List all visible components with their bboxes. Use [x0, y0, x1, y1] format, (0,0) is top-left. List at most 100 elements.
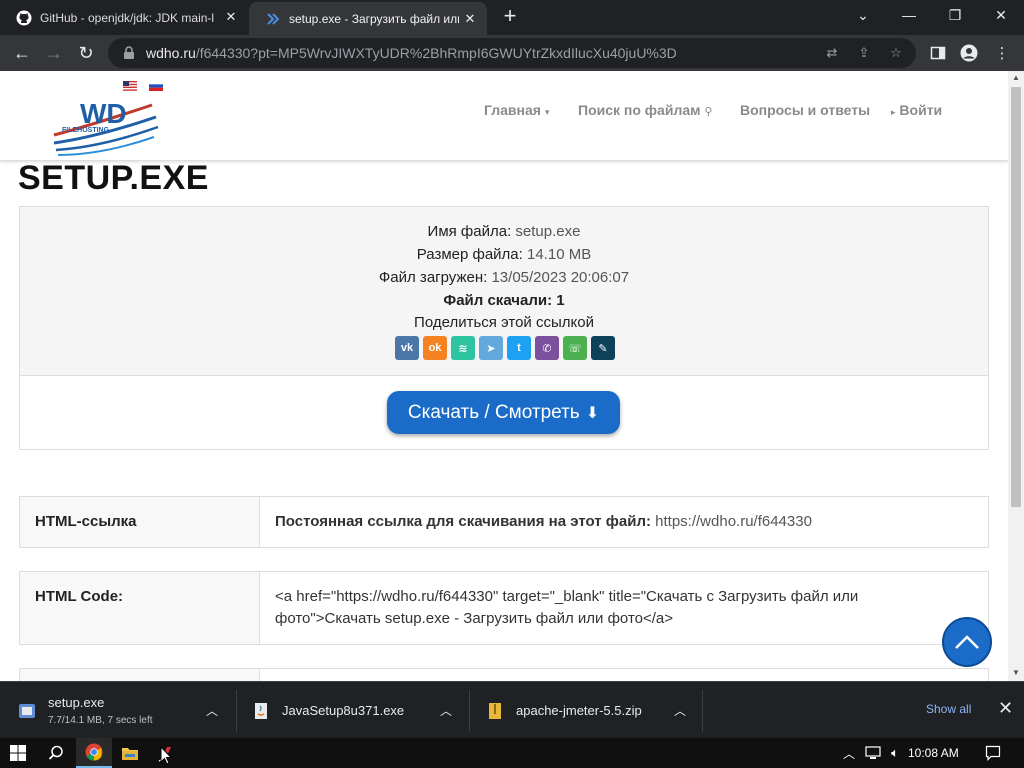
- table-row: [19, 668, 989, 681]
- site-header: WD FILEHOSTING Главная ▾ Поиск по файлам…: [0, 71, 1008, 161]
- mouse-cursor-icon: [160, 746, 172, 765]
- chevron-up-icon[interactable]: ︿: [206, 702, 218, 719]
- ru-flag-icon[interactable]: [149, 81, 163, 91]
- translate-icon[interactable]: ⇄: [824, 45, 840, 61]
- profile-avatar-icon[interactable]: [959, 43, 979, 63]
- html-link-value[interactable]: Постоянная ссылка для скачивания на этот…: [259, 496, 989, 548]
- java-file-icon: [255, 702, 267, 719]
- back-arrow-icon[interactable]: ←: [8, 39, 36, 67]
- wdho-favicon-icon: [265, 11, 281, 27]
- zip-file-icon: [489, 702, 501, 719]
- download-status: 7.7/14.1 MB, 7 secs left: [48, 715, 153, 726]
- reload-icon[interactable]: ↻: [72, 39, 100, 67]
- nav-faq[interactable]: Вопросы и ответы: [740, 102, 870, 118]
- us-flag-icon[interactable]: [123, 81, 137, 91]
- clock[interactable]: 10:08 AM: [908, 746, 959, 760]
- web-page: WD FILEHOSTING Главная ▾ Поиск по файлам…: [0, 71, 1008, 681]
- menu-kebab-icon[interactable]: ⋮: [992, 43, 1012, 63]
- file-size-line: Размер файла: 14.10 MB: [416, 246, 592, 263]
- show-all-button[interactable]: Show all: [926, 702, 971, 716]
- chrome-taskbar-icon[interactable]: [76, 738, 112, 768]
- chevron-up-icon[interactable]: ︿: [674, 702, 686, 719]
- browser-toolbar: ← → ↻ wdho.ru/f644330?pt=MP5WrvJIWXTyUDR…: [0, 35, 1024, 71]
- notifications-icon[interactable]: [978, 738, 1008, 768]
- address-bar[interactable]: wdho.ru/f644330?pt=MP5WrvJIWXTyUDR%2BhRm…: [108, 38, 916, 68]
- bookmark-star-icon[interactable]: ☆: [888, 45, 904, 61]
- html-code-value[interactable]: <a href="https://wdho.ru/f644330" target…: [259, 571, 989, 645]
- next-row-table: [19, 668, 989, 681]
- chevron-up-icon: [955, 635, 979, 649]
- viber-icon[interactable]: ✆: [535, 336, 559, 360]
- divider: [236, 690, 237, 732]
- yandex-messenger-icon[interactable]: ≋: [451, 336, 475, 360]
- download-item-setup[interactable]: setup.exe 7.7/14.1 MB, 7 secs left ︿: [18, 682, 233, 739]
- github-icon: [16, 10, 32, 26]
- scroll-up-arrow-icon[interactable]: ▲: [1012, 73, 1020, 82]
- table-row: HTML-ссылка Постоянная ссылка для скачив…: [19, 496, 989, 548]
- forward-arrow-icon[interactable]: →: [40, 39, 68, 67]
- download-item-java[interactable]: JavaSetup8u371.exe ︿: [252, 682, 467, 739]
- downloads-bar: setup.exe 7.7/14.1 MB, 7 secs left ︿ Jav…: [0, 681, 1024, 738]
- tab-close-icon[interactable]: ✕: [463, 12, 477, 26]
- nav-search-files[interactable]: Поиск по файлам ⚲: [578, 102, 712, 118]
- download-name: setup.exe: [48, 695, 105, 710]
- chevron-up-icon[interactable]: ︿: [838, 738, 860, 768]
- vk-icon[interactable]: vk: [395, 336, 419, 360]
- tab-title: GitHub - openjdk/jdk: JDK main-l: [40, 10, 215, 25]
- download-item-jmeter[interactable]: apache-jmeter-5.5.zip ︿: [486, 682, 701, 739]
- tab-github[interactable]: GitHub - openjdk/jdk: JDK main-l ✕: [0, 0, 248, 35]
- page-title: SETUP.EXE: [18, 159, 209, 197]
- site-logo[interactable]: WD FILEHOSTING: [52, 95, 162, 157]
- new-tab-button[interactable]: +: [498, 5, 522, 29]
- scroll-down-arrow-icon[interactable]: ▼: [1012, 668, 1020, 677]
- caret-right-icon: ▸: [891, 107, 896, 117]
- chevron-up-icon[interactable]: ︿: [440, 702, 452, 719]
- windows-start-icon[interactable]: [2, 738, 34, 768]
- whatsapp-icon[interactable]: ☏: [563, 336, 587, 360]
- download-view-button[interactable]: Скачать / Смотреть ⬇: [387, 391, 620, 434]
- scrollbar-thumb[interactable]: [1011, 87, 1021, 507]
- tab-close-icon[interactable]: ✕: [224, 10, 238, 24]
- side-panel-icon[interactable]: [928, 43, 948, 63]
- odnoklassniki-icon[interactable]: ok: [423, 336, 447, 360]
- livejournal-icon[interactable]: ✎: [591, 336, 615, 360]
- exe-file-icon: [19, 703, 35, 718]
- download-count: Файл скачали: 1: [443, 292, 565, 309]
- volume-icon[interactable]: 🔈︎: [884, 738, 906, 768]
- share-label: Поделиться этой ссылкой: [414, 314, 594, 331]
- file-name-line: Имя файла: setup.exe: [427, 223, 581, 240]
- share-buttons: vk ok ≋ ➤ t ✆ ☏ ✎: [395, 336, 615, 360]
- next-row-label: [19, 668, 260, 681]
- minimize-icon[interactable]: —: [886, 0, 932, 30]
- window-close-icon[interactable]: ✕: [978, 0, 1024, 30]
- telegram-icon[interactable]: ➤: [479, 336, 503, 360]
- restore-icon[interactable]: ❐: [932, 0, 978, 30]
- html-link-label: HTML-ссылка: [19, 496, 260, 548]
- url-text: wdho.ru/f644330?pt=MP5WrvJIWXTyUDR%2BhRm…: [146, 45, 677, 61]
- svg-text:WD: WD: [80, 98, 127, 129]
- tab-title: setup.exe - Загрузить файл или: [289, 11, 459, 26]
- search-icon: ⚲: [704, 106, 713, 118]
- caret-down-icon: ▾: [544, 107, 550, 117]
- nav-home[interactable]: Главная ▾: [484, 102, 549, 118]
- html-code-table: HTML Code: <a href="https://wdho.ru/f644…: [19, 571, 989, 645]
- scroll-to-top-button[interactable]: [942, 617, 992, 667]
- tab-search-chevron-down-icon[interactable]: ⌄: [840, 0, 886, 30]
- download-icon: ⬇: [585, 404, 600, 422]
- file-explorer-icon[interactable]: [114, 738, 146, 768]
- svg-text:FILEHOSTING: FILEHOSTING: [62, 127, 110, 134]
- search-icon[interactable]: [40, 738, 72, 768]
- download-name: apache-jmeter-5.5.zip: [516, 702, 642, 718]
- network-icon[interactable]: [862, 738, 884, 768]
- next-row-value: [259, 668, 989, 681]
- twitter-icon[interactable]: t: [507, 336, 531, 360]
- nav-login[interactable]: ▸ Войти: [891, 102, 942, 118]
- tab-wdho[interactable]: setup.exe - Загрузить файл или ✕: [249, 2, 487, 35]
- page-scrollbar[interactable]: ▲ ▼: [1008, 71, 1024, 681]
- divider: [702, 690, 703, 732]
- divider: [469, 690, 470, 732]
- table-row: HTML Code: <a href="https://wdho.ru/f644…: [19, 571, 989, 645]
- downloads-close-icon[interactable]: ✕: [998, 698, 1013, 719]
- html-link-table: HTML-ссылка Постоянная ссылка для скачив…: [19, 496, 989, 548]
- share-icon[interactable]: ⇪: [856, 45, 872, 61]
